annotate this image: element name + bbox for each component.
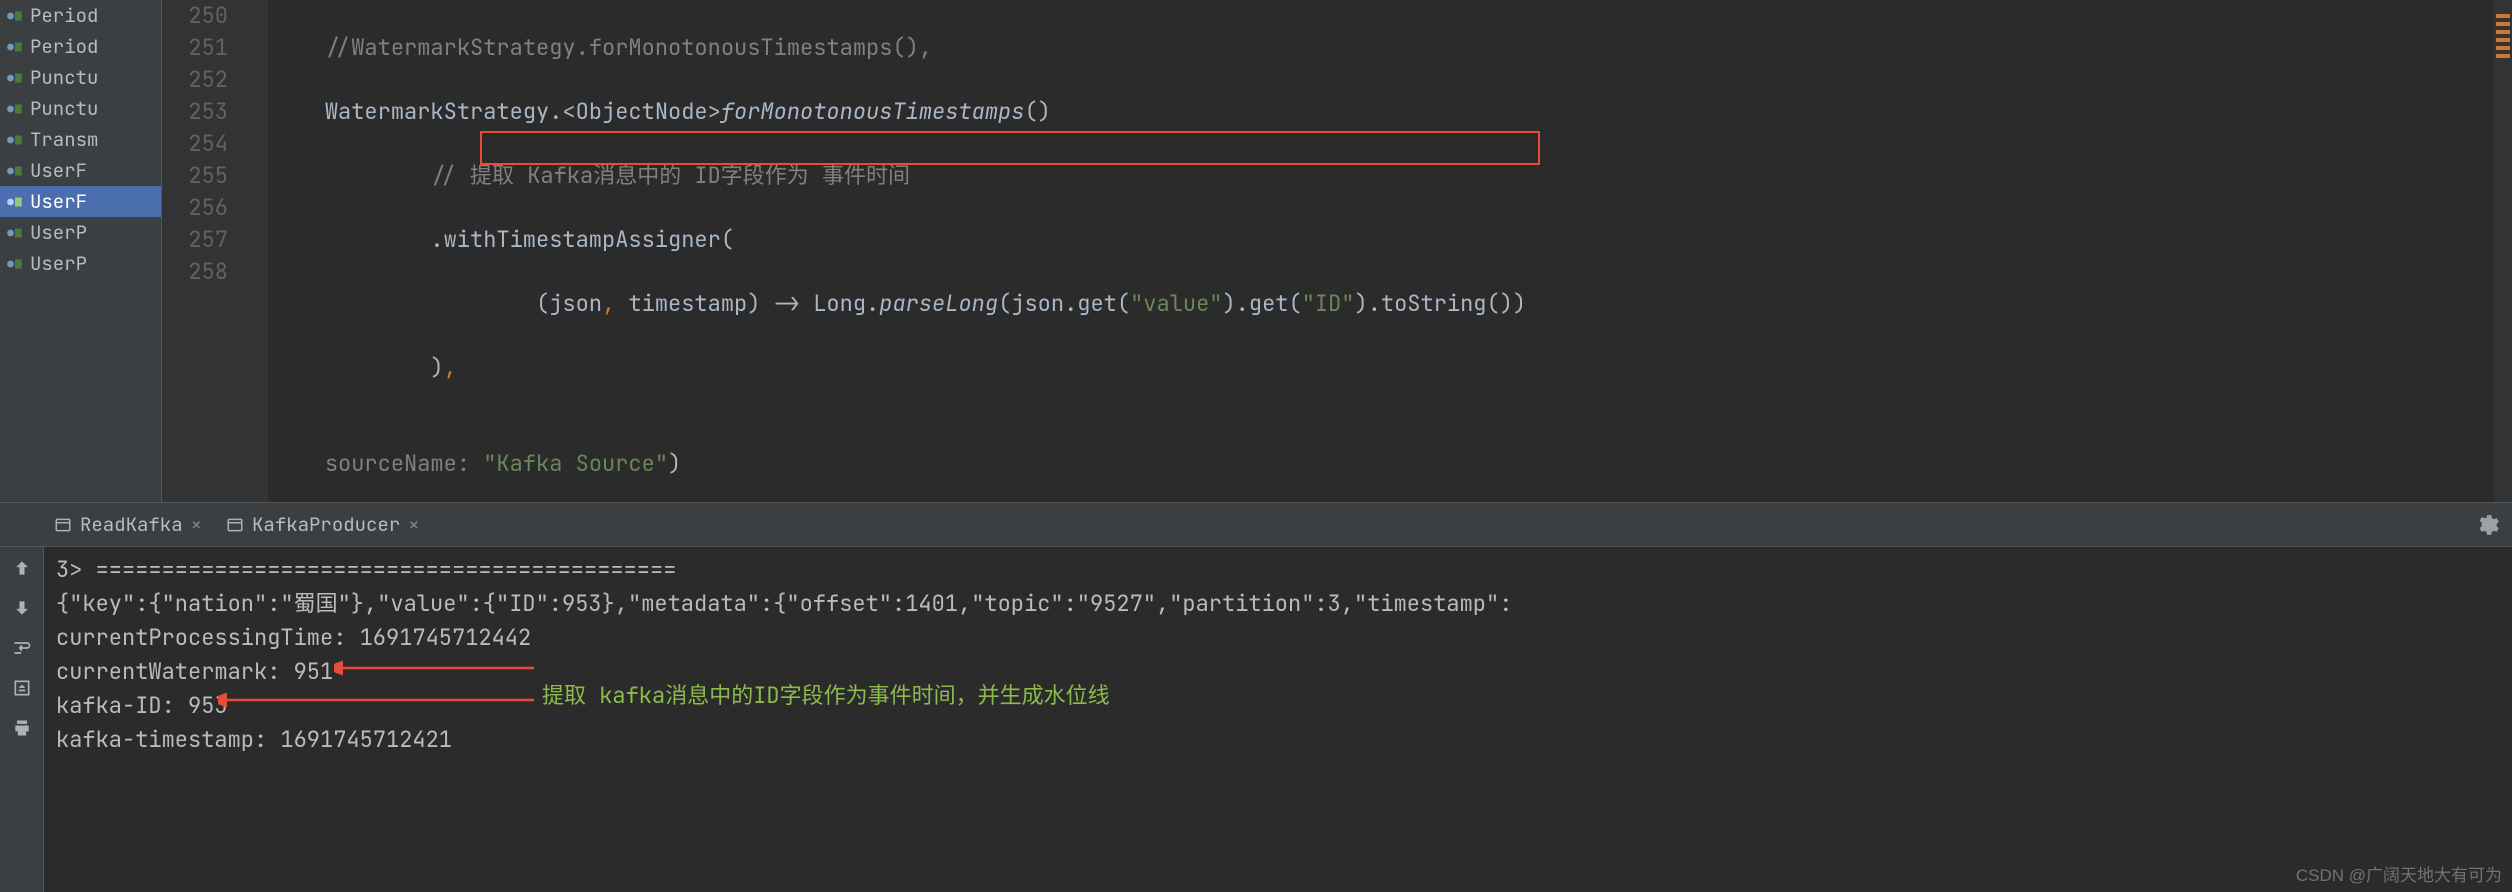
sidebar-item-transm[interactable]: Transm xyxy=(0,124,161,155)
scroll-end-button[interactable] xyxy=(9,675,35,701)
param-hint: sourceName: xyxy=(325,449,470,478)
run-tabs: ReadKafka × KafkaProducer × xyxy=(0,503,2512,547)
code-text: WatermarkStrategy.<ObjectNode> xyxy=(325,97,721,126)
code-text: ) xyxy=(668,449,681,478)
up-button[interactable] xyxy=(9,555,35,581)
console-line: currentWatermark: 951 xyxy=(56,655,2500,689)
java-file-icon xyxy=(6,100,24,118)
sidebar-item-label: Period xyxy=(30,34,98,59)
java-file-icon xyxy=(6,38,24,56)
tab-kafkaproducer[interactable]: KafkaProducer × xyxy=(216,508,430,541)
line-number: 250 xyxy=(162,0,228,32)
code-text: timestamp) -> Long. xyxy=(615,289,879,318)
code-comment: // 提取 Kafka消息中的 ID字段作为 事件时间 xyxy=(430,161,910,190)
console-line: 3> =====================================… xyxy=(56,553,2500,587)
code-string: "ID" xyxy=(1302,289,1355,318)
line-number: 257 xyxy=(162,224,228,256)
annotation-text: 提取 kafka消息中的ID字段作为事件时间，并生成水位线 xyxy=(542,679,1110,713)
code-text: .withTimestampAssigner( xyxy=(430,225,734,254)
code-text: () xyxy=(1024,97,1050,126)
java-file-icon xyxy=(6,7,24,25)
code-method: parseLong xyxy=(879,289,998,318)
line-number: 252 xyxy=(162,64,228,96)
line-number: 256 xyxy=(162,192,228,224)
code-text: ) xyxy=(430,353,443,382)
console-line: kafka-timestamp: 1691745712421 xyxy=(56,723,2500,757)
java-file-icon xyxy=(6,69,24,87)
line-number: 253 xyxy=(162,96,228,128)
csdn-watermark: CSDN @广阔天地大有可为 xyxy=(2296,861,2502,886)
java-file-icon xyxy=(6,255,24,273)
printer-icon xyxy=(12,718,32,738)
code-text: ).toString()) xyxy=(1355,289,1527,318)
sidebar-item-userp2[interactable]: UserP xyxy=(0,248,161,279)
code-method: forMonotonousTimestamps xyxy=(721,97,1025,126)
sidebar-item-userf2[interactable]: UserF xyxy=(0,186,161,217)
wrap-icon xyxy=(12,638,32,658)
tab-readkafka[interactable]: ReadKafka × xyxy=(44,508,212,541)
console-output[interactable]: 3> =====================================… xyxy=(44,547,2512,892)
scroll-end-icon xyxy=(12,678,32,698)
arrow-up-icon xyxy=(12,558,32,578)
tab-label: ReadKafka xyxy=(80,512,183,537)
console-line: kafka-ID: 953 xyxy=(56,689,2500,723)
sidebar-item-label: UserP xyxy=(30,220,87,245)
java-file-icon xyxy=(6,162,24,180)
down-button[interactable] xyxy=(9,595,35,621)
sidebar-item-label: Punctu xyxy=(30,65,98,90)
sidebar-item-label: UserF xyxy=(30,189,87,214)
application-icon xyxy=(226,516,244,534)
console-line: currentProcessingTime: 1691745712442 xyxy=(56,621,2500,655)
sidebar-item-punctu2[interactable]: Punctu xyxy=(0,93,161,124)
line-number: 255 xyxy=(162,160,228,192)
line-number: 254 xyxy=(162,128,228,160)
java-file-icon xyxy=(6,131,24,149)
gear-icon xyxy=(2474,512,2500,538)
application-icon xyxy=(54,516,72,534)
code-punct: , xyxy=(444,353,457,382)
sidebar-item-userf1[interactable]: UserF xyxy=(0,155,161,186)
line-number: 258 xyxy=(162,256,228,288)
code-comment: //WatermarkStrategy.forMonotonousTimesta… xyxy=(325,33,932,62)
sidebar-item-punctu1[interactable]: Punctu xyxy=(0,62,161,93)
code-text: (json xyxy=(536,289,602,318)
sidebar-item-label: Transm xyxy=(30,127,98,152)
close-icon[interactable]: × xyxy=(408,512,419,537)
code-string: "Kafka Source" xyxy=(470,449,668,478)
java-file-icon xyxy=(6,193,24,211)
console-line: {"key":{"nation":"蜀国"},"value":{"ID":953… xyxy=(56,587,2500,621)
code-string: "value" xyxy=(1130,289,1222,318)
close-icon[interactable]: × xyxy=(191,512,202,537)
sidebar-item-userp1[interactable]: UserP xyxy=(0,217,161,248)
run-panel: ReadKafka × KafkaProducer × 3> =========… xyxy=(0,502,2512,892)
java-file-icon xyxy=(6,224,24,242)
arrow-down-icon xyxy=(12,598,32,618)
softwrap-button[interactable] xyxy=(9,635,35,661)
sidebar-item-periodic1[interactable]: Period xyxy=(0,0,161,31)
sidebar-item-label: UserF xyxy=(30,158,87,183)
sidebar-item-label: Period xyxy=(30,3,98,28)
console-toolbar xyxy=(0,547,44,892)
print-button[interactable] xyxy=(9,715,35,741)
tab-label: KafkaProducer xyxy=(252,512,400,537)
settings-button[interactable] xyxy=(2474,512,2500,538)
code-text: ).get( xyxy=(1222,289,1301,318)
sidebar-item-periodic2[interactable]: Period xyxy=(0,31,161,62)
code-text: (json.get( xyxy=(998,289,1130,318)
line-number: 251 xyxy=(162,32,228,64)
sidebar-item-label: Punctu xyxy=(30,96,98,121)
sidebar-item-label: UserP xyxy=(30,251,87,276)
